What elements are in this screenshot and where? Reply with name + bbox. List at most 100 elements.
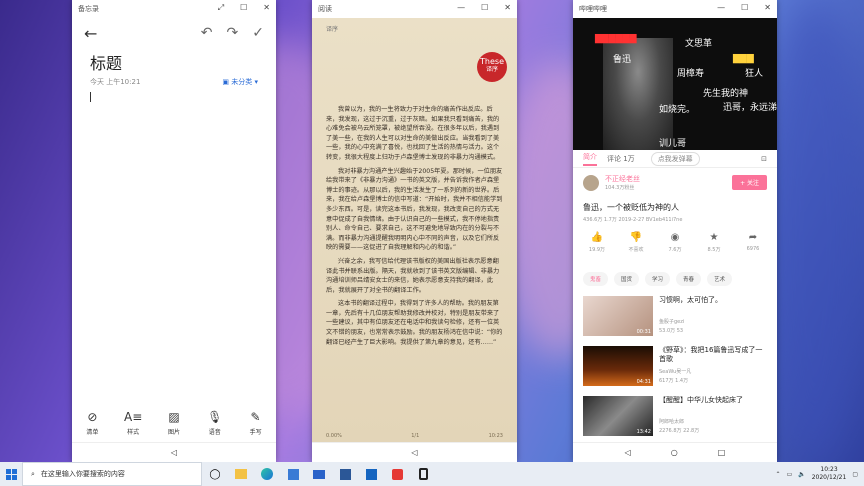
note-time: 今天 上午10:21 [90, 78, 141, 86]
tool-style[interactable]: A≡ 样式 [116, 410, 150, 436]
rec-title: 【醒醒】中华儿女快起床了 [659, 396, 743, 404]
nav-home-icon[interactable]: ○ [671, 448, 678, 457]
category-label: 未分类 [231, 78, 253, 86]
tool-label: 手写 [249, 429, 262, 436]
tool-label: 语音 [208, 429, 221, 436]
checkmark-icon[interactable]: ✓ [252, 25, 264, 41]
rec-stats: 617万 1.4万 [659, 378, 689, 384]
badge-cn: 译序 [485, 66, 498, 73]
action-label: 6976 [746, 246, 760, 252]
danmaku-toggle-icon[interactable]: ⊡ [761, 155, 767, 163]
danmaku-input[interactable]: 点我发弹幕 [650, 151, 700, 166]
rec-author: 鱼股子gezi [659, 319, 685, 325]
follow-button[interactable]: + 关注 [732, 175, 767, 190]
tag-row: 鬼畜 国货 学习 青春 艺术 [583, 272, 767, 286]
share-icon: ➦ [748, 232, 758, 243]
nav-back-icon[interactable]: ◁ [625, 448, 631, 457]
phone-link-icon[interactable] [410, 462, 436, 486]
danmaku: 先生我的神 [703, 89, 749, 99]
danmaku: ▇▇▇ [733, 54, 754, 64]
mail-icon[interactable] [306, 462, 332, 486]
tool-voice[interactable]: 🎙 语音 [198, 410, 232, 436]
video-player[interactable]: 文思革 鲁迅 周樟寿 狂人 先生我的神 迅哥，永远涕 如烧完。 训儿哥 ▇▇▇▇… [573, 18, 777, 150]
video-thumbnail: 00:31 [583, 296, 653, 336]
danmaku: 如烧完。 [659, 105, 696, 115]
tool-image[interactable]: ▨ 图片 [157, 410, 191, 436]
tag[interactable]: 国货 [614, 272, 640, 286]
danmaku: 鲁迅 [613, 55, 632, 65]
nav-back-icon[interactable]: ◁ [171, 448, 177, 457]
badge-en: These [480, 57, 504, 66]
favorite-button[interactable]: ★ 8.5万 [700, 232, 728, 253]
tag[interactable]: 鬼畜 [583, 272, 609, 286]
danmaku: ▇▇▇▇▇▇ [595, 34, 637, 44]
fans-count: 104.3万粉丝 [605, 185, 635, 191]
tool-handwrite[interactable]: ✎ 手写 [239, 410, 273, 436]
tool-label: 清单 [86, 429, 99, 436]
rec-title: 习惯啊，太可怕了。 [659, 296, 722, 304]
close-icon[interactable]: ✕ [764, 3, 771, 12]
rec-author: SeaWu吴一凡 [659, 369, 692, 375]
word-icon[interactable] [332, 462, 358, 486]
paragraph: 这本书的翻译过程中，我得到了许多人的帮助。我的朋友第一章，先后有十几位朋友帮助我… [326, 300, 503, 346]
volume-icon[interactable]: 🔈 [798, 471, 805, 478]
pen-icon: ✎ [250, 410, 261, 424]
back-arrow-icon[interactable]: ← [84, 24, 97, 43]
action-label: 19.9万 [588, 247, 606, 253]
page-indicator: 1/1 [411, 433, 420, 439]
fullscreen-icon[interactable]: ⤢ [218, 3, 224, 13]
minimize-icon[interactable]: — [457, 3, 465, 12]
windows-start-icon[interactable] [0, 462, 22, 486]
uploader-row: 不正经老丝 104.3万粉丝 + 关注 [583, 174, 767, 191]
nav-recent-icon[interactable]: □ [718, 448, 726, 457]
coin-button[interactable]: ◉ 7.6万 [661, 232, 689, 253]
clock[interactable]: 10:23 2020/12/21 [812, 466, 847, 482]
tab-intro[interactable]: 简介 [583, 152, 597, 166]
tag[interactable]: 学习 [645, 272, 671, 286]
recommended-video[interactable]: 04:31 《野草》：我把16篇鲁迅写成了一首歌 SeaWu吴一凡 617万 1… [583, 346, 767, 386]
taskbar-search[interactable]: ⌕ 在这里输入你要搜索的内容 [22, 462, 202, 486]
memo-nav-bar: ◁ [72, 442, 276, 462]
rec-stats: 2276.8万 22.8万 [659, 428, 700, 434]
task-view-icon[interactable]: ◯ [202, 462, 228, 486]
redo-icon[interactable]: ↷ [227, 25, 239, 41]
tag[interactable]: 艺术 [707, 272, 733, 286]
store-icon[interactable] [280, 462, 306, 486]
tab-comments[interactable]: 评论 1万 [607, 154, 635, 164]
outlook-icon[interactable] [358, 462, 384, 486]
reader-nav-bar: ◁ [312, 442, 517, 462]
notification-icon[interactable]: ▢ [852, 471, 858, 478]
maximize-icon[interactable]: ☐ [240, 3, 247, 13]
close-icon[interactable]: ✕ [504, 3, 511, 12]
thumb-up-icon: 👍 [590, 232, 604, 243]
book-page[interactable]: 译序 These 译序 我曾以为，我的一生将致力于对生命的痛苦作出反应。后来，我… [312, 18, 517, 442]
action-label: 7.6万 [668, 247, 682, 253]
avatar[interactable] [583, 174, 599, 191]
nav-back-icon[interactable]: ◁ [411, 448, 417, 457]
like-button[interactable]: 👍 19.9万 [583, 232, 611, 253]
undo-icon[interactable]: ↶ [201, 25, 213, 41]
note-title[interactable]: 标题 [72, 48, 276, 74]
category-dropdown[interactable]: ▣ 未分类 ▾ [222, 77, 258, 87]
close-icon[interactable]: ✕ [263, 3, 270, 13]
tool-checklist[interactable]: ⊘ 清单 [75, 410, 109, 436]
maximize-icon[interactable]: ☐ [481, 3, 488, 12]
share-button[interactable]: ➦ 6976 [739, 232, 767, 253]
image-icon: ▨ [168, 410, 180, 424]
dislike-button[interactable]: 👎 不喜欢 [622, 232, 650, 253]
recommended-video[interactable]: 13:42 【醒醒】中华儿女快起床了 阿郎哈太郎 2276.8万 22.8万 [583, 396, 767, 436]
tag[interactable]: 青春 [676, 272, 702, 286]
edge-browser-icon[interactable] [254, 462, 280, 486]
chapter-badge: These 译序 [477, 52, 507, 82]
chevron-up-icon[interactable]: ⌃ [776, 471, 781, 478]
maximize-icon[interactable]: ☐ [741, 3, 748, 12]
network-icon[interactable]: ▭ [787, 471, 793, 478]
file-explorer-icon[interactable] [228, 462, 254, 486]
video-tabs: 简介 评论 1万 点我发弹幕 ⊡ [573, 150, 777, 168]
uploader-name[interactable]: 不正经老丝 [605, 174, 640, 184]
action-label: 不喜欢 [628, 247, 644, 253]
recommended-video[interactable]: 00:31 习惯啊，太可怕了。 鱼股子gezi 53.0万 53 [583, 296, 767, 336]
app-red-icon[interactable] [384, 462, 410, 486]
minimize-icon[interactable]: — [717, 3, 725, 12]
memo-window-title: 备忘录 [78, 5, 99, 13]
